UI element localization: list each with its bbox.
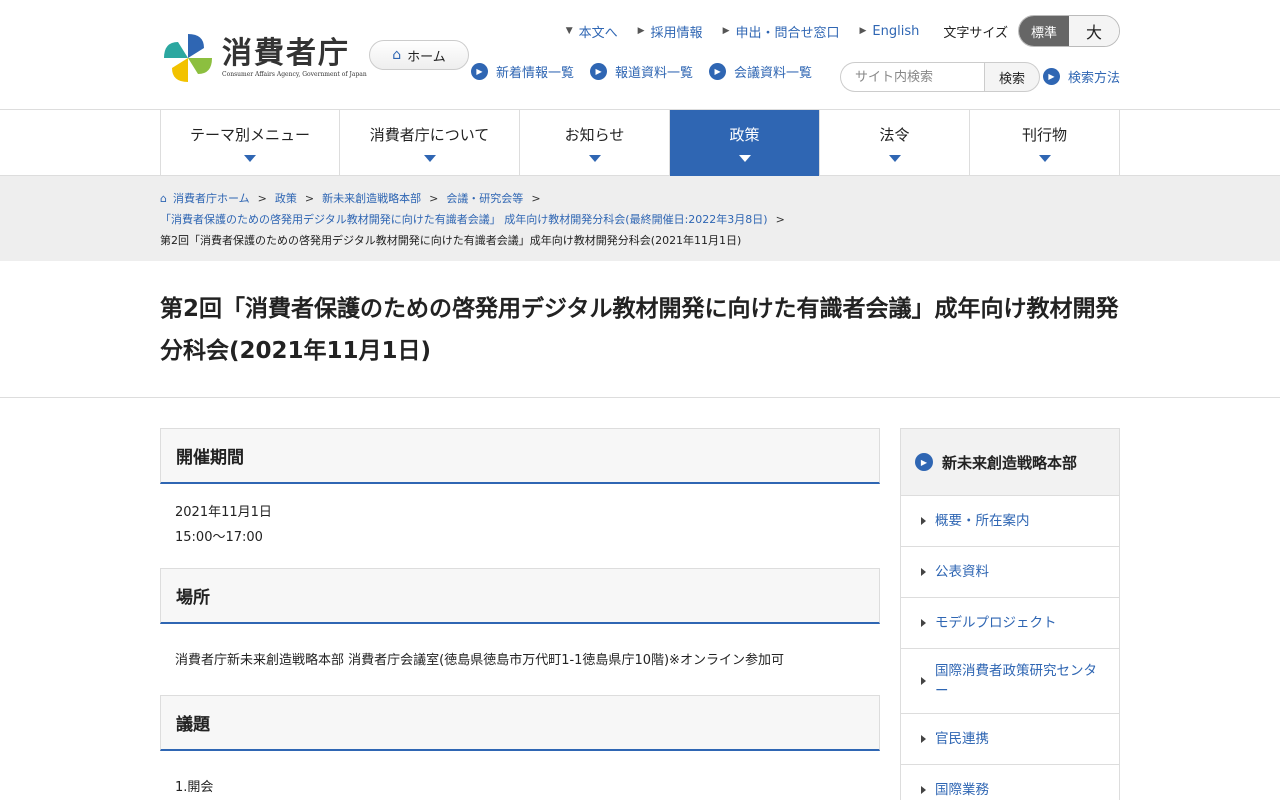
font-size-label: 文字サイズ — [943, 25, 1008, 41]
search-help-link[interactable]: ▶ 検索方法 — [1042, 67, 1120, 86]
arrow-right-icon — [921, 735, 926, 743]
dropdown-triangle-icon — [244, 155, 256, 162]
breadcrumb: ⌂ 消費者庁ホーム > 政策 > 新未来創造戦略本部 > 会議・研究会等 > 「消費者保護のため… — [0, 176, 1280, 261]
sidebar-item-partnership[interactable]: 官民連携 — [901, 714, 1119, 765]
breadcrumb-strategy-hq[interactable]: 新未来創造戦略本部 — [322, 192, 421, 205]
util-link-english[interactable]: ▶ English — [860, 24, 920, 39]
logo-pinwheel-icon — [164, 34, 212, 82]
circle-arrow-icon: ▶ — [1042, 68, 1060, 85]
sidebar-item-research-center[interactable]: 国際消費者政策研究センター — [901, 649, 1119, 714]
circle-arrow-icon: ▶ — [590, 63, 608, 80]
quick-link-meetings[interactable]: ▶ 会議資料一覧 — [709, 62, 812, 81]
dropdown-triangle-icon — [1038, 155, 1051, 162]
section-body-agenda: 1.開会 — [160, 751, 880, 800]
section-body-place: 消費者庁新未来創造戦略本部 消費者庁会議室(徳島県徳島市万代町1-1徳島県庁10… — [160, 624, 880, 695]
nav-item-about[interactable]: 消費者庁について — [340, 110, 520, 176]
meeting-place: 消費者庁新未来創造戦略本部 消費者庁会議室(徳島県徳島市万代町1-1徳島県庁10… — [175, 653, 784, 668]
dropdown-triangle-icon — [588, 155, 601, 162]
util-link-main-content[interactable]: ▼ 本文へ — [566, 22, 618, 41]
circle-arrow-icon: ▶ — [471, 63, 488, 80]
arrow-right-icon — [921, 517, 926, 525]
site-search: 検索 — [840, 62, 1040, 92]
circle-arrow-icon: ▶ — [709, 63, 727, 80]
caret-right-icon: ▶ — [722, 26, 730, 36]
nav-item-news[interactable]: お知らせ — [520, 110, 670, 176]
breadcrumb-policy[interactable]: 政策 — [275, 192, 297, 205]
agenda-item: 1.開会 — [175, 780, 214, 795]
quick-links: ▶ 新着情報一覧 ▶ 報道資料一覧 ▶ 会議資料一覧 — [471, 62, 828, 81]
main-content: 開催期間 2021年11月1日 15:00～17:00 場所 消費者庁新未来創造… — [160, 428, 880, 800]
breadcrumb-meetings[interactable]: 会議・研究会等 — [446, 192, 523, 205]
arrow-right-icon — [921, 786, 926, 794]
sidebar-heading[interactable]: ▶ 新未来創造戦略本部 — [901, 429, 1119, 496]
meeting-time: 15:00～17:00 — [175, 530, 263, 545]
home-icon: ⌂ — [392, 47, 402, 63]
meeting-date: 2021年11月1日 — [175, 505, 272, 520]
quick-link-news[interactable]: ▶ 新着情報一覧 — [471, 62, 574, 81]
section-body-period: 2021年11月1日 15:00～17:00 — [160, 484, 880, 568]
nav-item-policy[interactable]: 政策 — [670, 110, 820, 176]
logo-title: 消費者庁 — [222, 36, 350, 71]
caret-right-icon: ▶ — [637, 26, 645, 36]
sidebar-item-international[interactable]: 国際業務 — [901, 765, 1119, 800]
page-title-area: 第2回「消費者保護のための啓発用デジタル教材開発に向けた有識者会議」成年向け教材… — [0, 261, 1280, 398]
arrow-right-icon — [921, 568, 926, 576]
home-icon: ⌂ — [160, 192, 167, 205]
font-size-toggle: 標準 大 — [1018, 15, 1120, 47]
arrow-right-icon — [921, 677, 926, 685]
nav-item-publications[interactable]: 刊行物 — [970, 110, 1120, 176]
sidebar: ▶ 新未来創造戦略本部 概要・所在案内 公表資料 モデルプロジェクト 国際消費者… — [900, 428, 1120, 800]
section-heading-agenda: 議題 — [160, 695, 880, 751]
circle-arrow-icon: ▶ — [915, 453, 933, 471]
breadcrumb-home[interactable]: 消費者庁ホーム — [173, 192, 250, 205]
font-size-standard-button[interactable]: 標準 — [1019, 16, 1069, 46]
utility-links: ▼ 本文へ ▶ 採用情報 ▶ 申出・問合せ窓口 ▶ English 文字サイズ 標準 大 — [546, 15, 1120, 47]
font-size-large-button[interactable]: 大 — [1069, 16, 1119, 46]
global-nav: テーマ別メニュー 消費者庁について お知らせ 政策 法令 刊行物 — [0, 110, 1280, 176]
breadcrumb-subcommittee[interactable]: 「消費者保護のための啓発用デジタル教材開発に向けた有識者会議」 成年向け教材開発… — [160, 213, 768, 226]
sidebar-item-publications[interactable]: 公表資料 — [901, 547, 1119, 598]
home-button[interactable]: ⌂ ホーム — [369, 40, 469, 70]
site-header: 消費者庁 Consumer Affairs Agency, Government… — [0, 0, 1280, 110]
caret-down-icon: ▼ — [565, 26, 573, 36]
page-title: 第2回「消費者保護のための啓発用デジタル教材開発に向けた有識者会議」成年向け教材… — [160, 296, 1119, 364]
breadcrumb-current: 第2回「消費者保護のための啓発用デジタル教材開発に向けた有識者会議」成年向け教材… — [160, 234, 742, 247]
nav-item-laws[interactable]: 法令 — [820, 110, 970, 176]
caret-right-icon: ▶ — [859, 26, 867, 36]
util-link-contact[interactable]: ▶ 申出・問合せ窓口 — [723, 22, 840, 41]
sidebar-item-overview[interactable]: 概要・所在案内 — [901, 496, 1119, 547]
util-link-recruit[interactable]: ▶ 採用情報 — [638, 22, 703, 41]
dropdown-triangle-icon — [738, 155, 751, 162]
section-heading-place: 場所 — [160, 568, 880, 624]
quick-link-press[interactable]: ▶ 報道資料一覧 — [590, 62, 693, 81]
home-button-label: ホーム — [407, 49, 446, 65]
dropdown-triangle-icon — [888, 155, 901, 162]
search-button[interactable]: 検索 — [984, 62, 1040, 92]
nav-item-theme-menu[interactable]: テーマ別メニュー — [160, 110, 340, 176]
arrow-right-icon — [921, 619, 926, 627]
sidebar-item-model-project[interactable]: モデルプロジェクト — [901, 598, 1119, 649]
section-heading-period: 開催期間 — [160, 428, 880, 484]
dropdown-triangle-icon — [423, 155, 436, 162]
logo-subtitle: Consumer Affairs Agency, Government of J… — [222, 71, 367, 78]
site-logo[interactable]: 消費者庁 Consumer Affairs Agency, Government… — [160, 30, 367, 86]
search-input[interactable] — [840, 62, 984, 92]
